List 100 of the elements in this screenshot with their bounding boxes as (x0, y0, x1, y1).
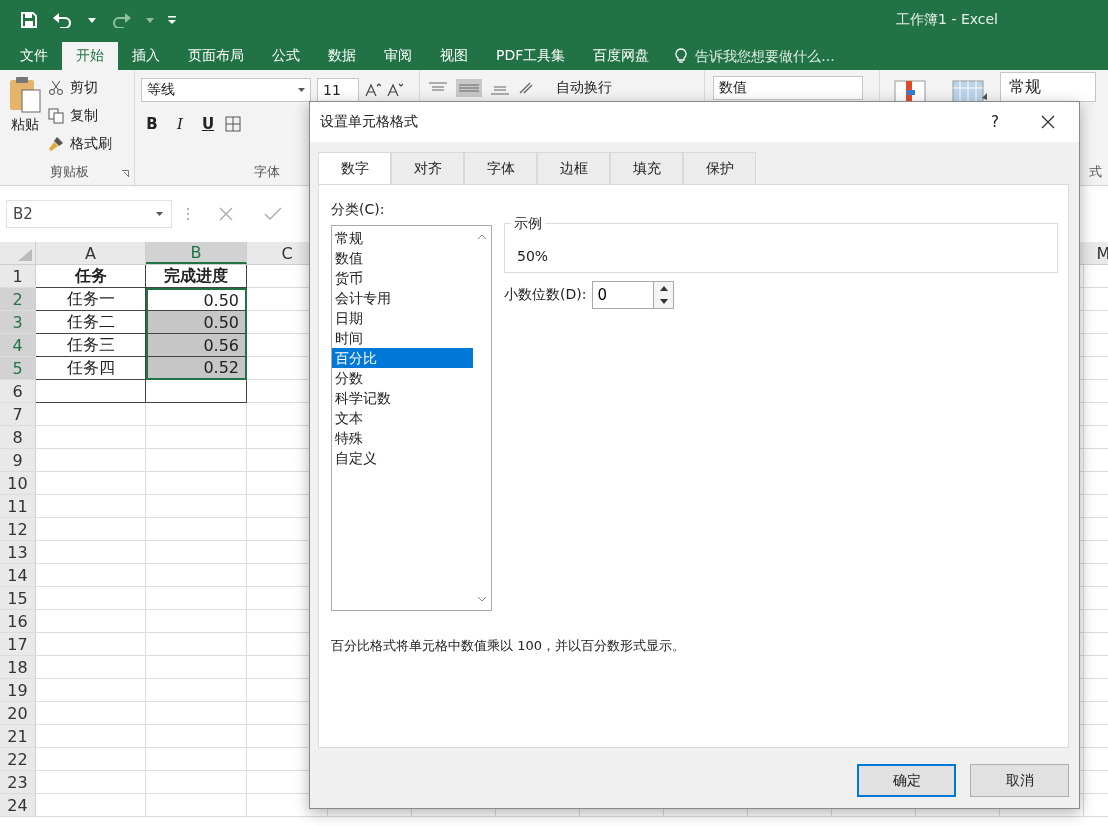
dialog-tab[interactable]: 边框 (537, 152, 610, 184)
ribbon-tab[interactable]: 公式 (258, 42, 314, 70)
cell-style-field[interactable]: 常规 (1000, 72, 1096, 102)
row-header[interactable]: 7 (0, 403, 36, 425)
lightbulb-icon (675, 48, 688, 64)
format-painter-button[interactable]: 格式刷 (48, 132, 112, 156)
ribbon-tab[interactable]: 视图 (426, 42, 482, 70)
row-header[interactable]: 3 (0, 311, 36, 333)
ribbon-tab[interactable]: 文件 (6, 42, 62, 70)
dialog-launcher-icon[interactable] (122, 170, 129, 177)
ribbon-tab[interactable]: 页面布局 (174, 42, 258, 70)
scroll-up-icon[interactable] (477, 234, 487, 240)
shrink-font-icon[interactable] (387, 83, 403, 97)
row-header[interactable]: 19 (0, 679, 36, 701)
row-header[interactable]: 6 (0, 380, 36, 402)
save-icon[interactable] (20, 11, 38, 29)
caret-icon[interactable] (88, 17, 96, 23)
caret-icon (156, 212, 163, 216)
customize-icon[interactable] (168, 16, 176, 24)
category-item[interactable]: 货币 (332, 268, 473, 288)
close-icon[interactable] (1041, 115, 1055, 129)
row-header[interactable]: 11 (0, 495, 36, 517)
cut-button[interactable]: 剪切 (48, 76, 112, 100)
category-item[interactable]: 自定义 (332, 448, 473, 468)
row-header[interactable]: 15 (0, 587, 36, 609)
dialog-button[interactable]: 确定 (857, 764, 956, 797)
ribbon-tab[interactable]: 数据 (314, 42, 370, 70)
group-label: 字体 (254, 163, 280, 181)
font-name-dropdown[interactable]: 等线 (141, 78, 311, 102)
paste-button[interactable]: 粘贴 (8, 76, 42, 156)
decimal-places-label: 小数位数(D): (504, 286, 587, 304)
category-item[interactable]: 百分比 (332, 348, 473, 368)
brush-icon (48, 136, 64, 152)
ribbon-tab[interactable]: 审阅 (370, 42, 426, 70)
category-item[interactable]: 科学记数 (332, 388, 473, 408)
row-header[interactable]: 20 (0, 702, 36, 724)
row-header[interactable]: 2 (0, 288, 36, 310)
tell-me-field[interactable]: 告诉我您想要做什么... (693, 47, 928, 65)
format-button[interactable]: I (169, 113, 191, 135)
name-box[interactable]: B2 (6, 200, 172, 228)
column-header[interactable]: B (146, 242, 247, 264)
row-header[interactable]: 16 (0, 610, 36, 632)
caret-icon[interactable] (146, 17, 154, 23)
category-item[interactable]: 文本 (332, 408, 473, 428)
row-header[interactable]: 1 (0, 265, 36, 287)
format-description: 百分比格式将单元格中数值乘以 100，并以百分数形式显示。 (331, 637, 686, 655)
row-header[interactable]: 17 (0, 633, 36, 655)
row-header[interactable]: 24 (0, 794, 36, 816)
category-item[interactable]: 数值 (332, 248, 473, 268)
dialog-tab[interactable]: 填充 (610, 152, 683, 184)
checkmark-icon[interactable] (264, 207, 282, 221)
spin-buttons[interactable] (654, 281, 675, 309)
row-header[interactable]: 23 (0, 771, 36, 793)
row-header[interactable]: 13 (0, 541, 36, 563)
sample-label: 示例 (511, 215, 545, 233)
decimal-places-field[interactable]: 0 (592, 281, 655, 309)
undo-icon[interactable] (52, 12, 74, 28)
dialog-tab[interactable]: 字体 (464, 152, 537, 184)
category-item[interactable]: 日期 (332, 308, 473, 328)
table-cell: 0.52 (146, 357, 247, 380)
cancel-icon[interactable] (218, 206, 234, 222)
row-header[interactable]: 9 (0, 449, 36, 471)
format-button[interactable]: B (141, 113, 163, 135)
category-item[interactable]: 时间 (332, 328, 473, 348)
ribbon-tab[interactable]: 开始 (62, 42, 118, 70)
category-item[interactable]: 常规 (332, 228, 473, 248)
scissors-icon (48, 80, 64, 96)
scroll-down-icon[interactable] (477, 596, 487, 602)
row-header[interactable]: 12 (0, 518, 36, 540)
category-item[interactable]: 分数 (332, 368, 473, 388)
ribbon-tab[interactable]: 百度网盘 (579, 42, 664, 70)
help-button[interactable]: ? (991, 113, 999, 131)
row-header[interactable]: 21 (0, 725, 36, 747)
category-item[interactable]: 特殊 (332, 428, 473, 448)
wrap-text-button[interactable]: 自动换行 (556, 79, 612, 97)
font-size-dropdown[interactable]: 11 (317, 78, 359, 102)
redo-icon[interactable] (110, 12, 132, 28)
ribbon-tab[interactable]: 插入 (118, 42, 174, 70)
copy-button[interactable]: 复制 (48, 104, 112, 128)
row-header[interactable]: 14 (0, 564, 36, 586)
dialog-button[interactable]: 取消 (970, 764, 1069, 797)
borders-icon[interactable] (225, 116, 241, 132)
row-header[interactable]: 5 (0, 357, 36, 379)
row-header[interactable]: 22 (0, 748, 36, 770)
ribbon-tab[interactable]: PDF工具集 (482, 42, 580, 70)
row-header[interactable]: 10 (0, 472, 36, 494)
more-icon (186, 207, 190, 221)
table-cell: 0.56 (146, 334, 247, 357)
row-header[interactable]: 18 (0, 656, 36, 678)
row-header[interactable]: 4 (0, 334, 36, 356)
row-header[interactable]: 8 (0, 426, 36, 448)
format-button[interactable]: U (197, 113, 219, 135)
table-cell: 任务一 (36, 288, 146, 311)
dialog-tab[interactable]: 保护 (683, 152, 756, 184)
dialog-tab[interactable]: 数字 (318, 152, 391, 185)
category-item[interactable]: 会计专用 (332, 288, 473, 308)
number-format-dropdown[interactable]: 数值 (713, 76, 863, 100)
dialog-tab[interactable]: 对齐 (391, 152, 464, 184)
table-cell: 0.50 (146, 311, 247, 334)
grow-font-icon[interactable] (365, 83, 381, 97)
